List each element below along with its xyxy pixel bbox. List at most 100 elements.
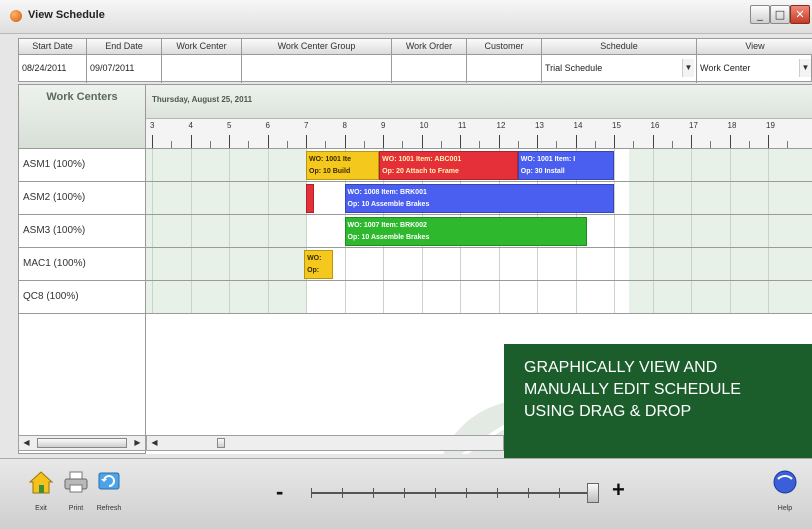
scroll-thumb[interactable] <box>217 438 225 448</box>
slider-tick <box>466 488 467 498</box>
hour-label: 16 <box>650 121 660 130</box>
hour-tick <box>691 135 692 148</box>
schedule-select[interactable]: Trial Schedule <box>542 58 696 78</box>
end-date-field[interactable]: 09/07/2011 <box>87 58 161 78</box>
maximize-button[interactable]: □ <box>770 5 790 24</box>
work-center-row[interactable]: ASM2 (100%) <box>19 182 145 215</box>
filter-schedule[interactable]: Schedule Trial Schedule ▼ <box>542 39 697 83</box>
filter-end-date[interactable]: End Date 09/07/2011 <box>87 39 162 83</box>
hour-tick <box>729 135 731 148</box>
home-icon <box>28 471 54 494</box>
bar-work-order-label: WO: 1008 Item: BRK001 <box>347 189 427 196</box>
filter-start-date[interactable]: Start Date 08/24/2011 <box>19 39 87 83</box>
schedule-bar[interactable]: WO: 1001 Ite Op: 10 Build <box>306 151 380 180</box>
scroll-left-icon[interactable]: ◀ <box>148 437 161 449</box>
hour-tick <box>460 135 461 148</box>
hour-tick <box>537 135 538 148</box>
filter-header: View <box>697 39 812 55</box>
work-center-row[interactable]: MAC1 (100%) <box>19 248 145 281</box>
schedule-bar[interactable]: WO: Op: <box>304 250 333 279</box>
work-center-row[interactable]: ASM1 (100%) <box>19 149 145 182</box>
scroll-thumb[interactable] <box>37 438 127 448</box>
help-button[interactable]: Help <box>770 469 800 512</box>
hour-label: 11 <box>458 121 467 130</box>
half-hour-tick <box>787 141 789 148</box>
schedule-bar[interactable]: WO: 1007 Item: BRK002 Op: 10 Assemble Bra… <box>344 217 588 246</box>
refresh-icon <box>98 472 120 490</box>
view-select[interactable]: Work Center <box>697 58 812 78</box>
half-hour-tick <box>748 141 750 148</box>
chevron-down-icon[interactable]: ▼ <box>799 59 811 77</box>
print-button[interactable]: Print <box>61 469 91 512</box>
half-hour-tick <box>440 141 442 148</box>
schedule-window: View Schedule _ □ ✕ Start Date 08/24/201… <box>0 0 812 529</box>
feature-banner: GRAPHICALLY VIEW AND MANUALLY EDIT SCHED… <box>504 344 812 459</box>
schedule-bar[interactable]: WO: 1001 Item: I Op: 30 Install <box>517 151 614 180</box>
hour-label: 18 <box>727 121 737 130</box>
exit-button[interactable]: Exit <box>26 469 56 512</box>
half-hour-tick <box>171 141 173 148</box>
hour-label: 9 <box>381 121 386 130</box>
chevron-down-icon[interactable]: ▼ <box>682 59 694 77</box>
minimize-button[interactable]: _ <box>750 5 770 24</box>
filter-view[interactable]: View Work Center ▼ <box>697 39 812 83</box>
work-centers-scrollbar[interactable]: ◀ ▶ <box>18 435 146 451</box>
zoom-out-button[interactable]: - <box>276 479 283 505</box>
filter-work-center-group[interactable]: Work Center Group <box>242 39 392 83</box>
help-label: Help <box>777 505 793 512</box>
work-center-field[interactable] <box>162 58 241 78</box>
close-button[interactable]: ✕ <box>790 5 810 24</box>
bar-work-order-label: WO: 1001 Ite <box>309 156 352 163</box>
hour-tick <box>344 135 346 148</box>
hour-tick <box>267 135 269 148</box>
printer-icon <box>64 471 88 493</box>
schedule-bar[interactable]: WO: 1008 Item: BRK001 Op: 10 Assemble Bra… <box>344 184 614 213</box>
gantt-scrollbar[interactable]: ◀ <box>146 435 504 451</box>
scroll-right-icon[interactable]: ▶ <box>131 437 144 449</box>
work-centers-panel: Work Centers ASM1 (100%) ASM2 (100%) ASM… <box>18 84 146 454</box>
title-bar[interactable]: View Schedule _ □ ✕ <box>0 0 812 34</box>
slider-thumb[interactable] <box>587 483 599 503</box>
bar-operation-label: Op: 10 Assemble Brakes <box>347 201 430 208</box>
zoom-slider[interactable] <box>311 483 599 503</box>
scroll-left-icon[interactable]: ◀ <box>20 437 33 449</box>
hour-tick <box>421 135 423 148</box>
customer-field[interactable] <box>467 58 541 78</box>
work-center-row[interactable]: QC8 (100%) <box>19 281 145 314</box>
hour-label: 8 <box>342 121 347 130</box>
hour-tick <box>614 135 615 148</box>
bar-work-order-label: WO: 1001 Item: I <box>520 156 576 163</box>
app-icon <box>10 10 22 22</box>
slider-tick <box>373 488 374 498</box>
filter-header: Schedule <box>542 39 696 55</box>
half-hour-tick <box>671 141 673 148</box>
schedule-bar[interactable] <box>306 184 314 213</box>
hour-tick <box>575 135 577 148</box>
hour-label: 3 <box>150 121 155 130</box>
zoom-in-button[interactable]: + <box>612 477 625 503</box>
slider-tick <box>311 488 312 498</box>
hour-label: 7 <box>304 121 309 130</box>
window-title: View Schedule <box>28 9 105 21</box>
half-hour-tick <box>402 141 404 148</box>
start-date-field[interactable]: 08/24/2011 <box>19 58 86 78</box>
work-center-group-field[interactable] <box>242 58 391 78</box>
work-center-row[interactable]: ASM3 (100%) <box>19 215 145 248</box>
banner-line: USING DRAG & DROP <box>524 403 692 420</box>
bar-work-order-label: WO: 1007 Item: BRK002 <box>347 222 427 229</box>
bottom-toolbar: Exit Print Refresh - + Help <box>0 458 812 529</box>
work-order-field[interactable] <box>392 58 466 78</box>
hour-tick <box>229 135 230 148</box>
schedule-bar[interactable]: WO: 1001 Item: ABC001 Op: 20 Attach to Fr… <box>379 151 518 180</box>
slider-tick <box>404 488 405 498</box>
gantt-row <box>146 248 812 281</box>
half-hour-tick <box>633 141 635 148</box>
hour-label: 6 <box>265 121 270 130</box>
filter-customer[interactable]: Customer <box>467 39 542 83</box>
help-globe-icon <box>773 470 797 494</box>
filter-work-center[interactable]: Work Center <box>162 39 242 83</box>
bar-work-order-label: WO: <box>307 255 322 262</box>
hour-label: 4 <box>188 121 193 130</box>
refresh-button[interactable]: Refresh <box>94 469 124 512</box>
filter-work-order[interactable]: Work Order <box>392 39 467 83</box>
